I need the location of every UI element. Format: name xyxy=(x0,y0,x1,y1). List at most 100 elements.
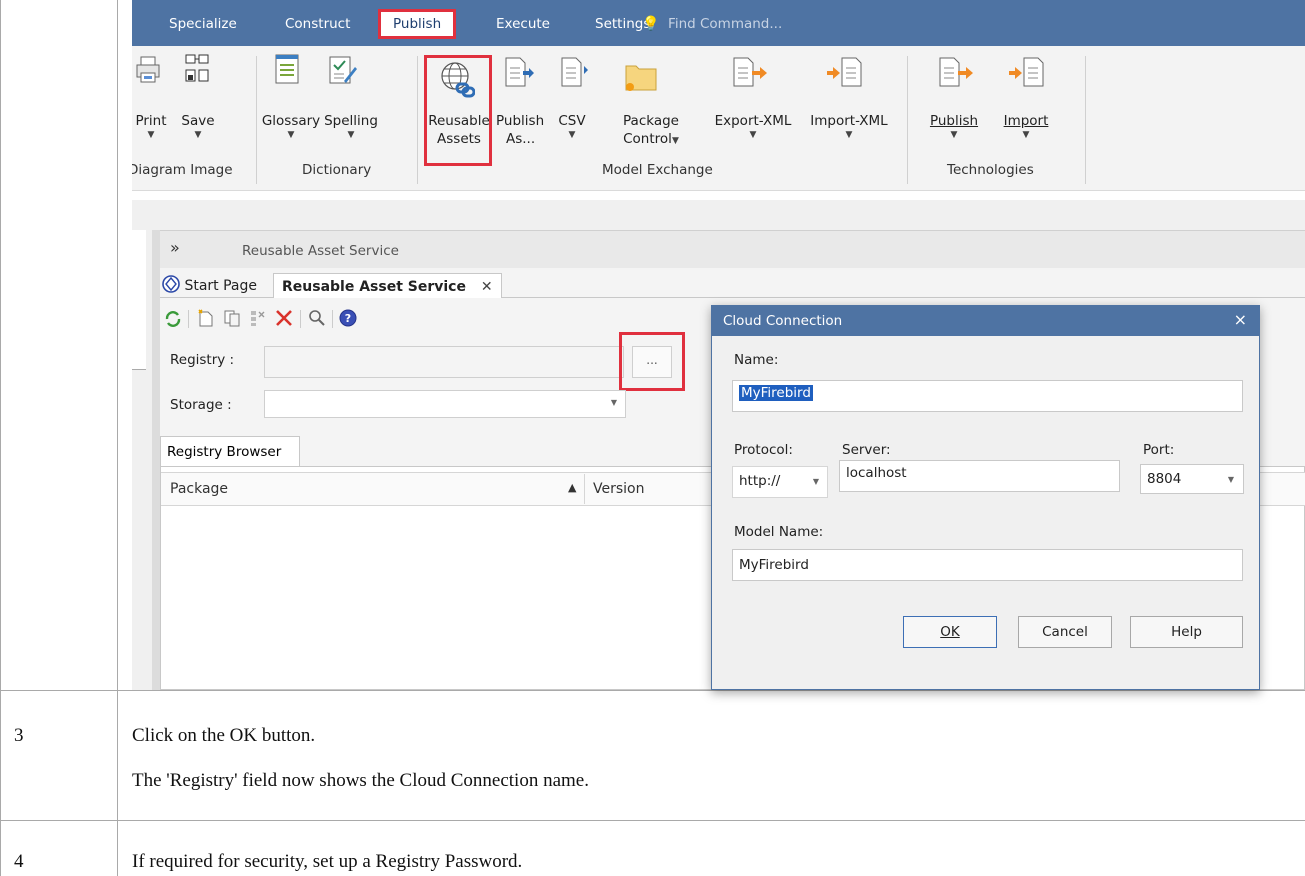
chevron-down-icon: ▼ xyxy=(845,130,853,140)
protocol-value: http:// xyxy=(739,473,781,489)
registry-browser-tab-label: Registry Browser xyxy=(167,444,282,460)
toolbar-separator xyxy=(188,310,189,328)
import-technology-button[interactable]: Import ▼ xyxy=(996,112,1056,140)
publish-as-icon xyxy=(505,57,534,87)
lightbulb-icon: 💡 xyxy=(642,16,660,32)
csv-label: CSV xyxy=(558,113,586,129)
publish-technology-button[interactable]: Publish ▼ xyxy=(926,112,982,140)
server-label: Server: xyxy=(842,442,891,458)
properties-icon[interactable] xyxy=(248,308,268,328)
import-xml-label: Import-XML xyxy=(810,113,888,129)
import-xml-button[interactable]: Import-XML ▼ xyxy=(804,112,894,140)
glossary-button[interactable]: Glossary ▼ xyxy=(259,112,323,140)
publish-as-label-2: As... xyxy=(506,131,536,147)
expand-dock-icon[interactable]: » xyxy=(170,238,180,257)
print-button[interactable]: Print ▼ xyxy=(132,112,174,140)
chevron-down-icon: ▼ xyxy=(749,130,757,140)
tab-reusable-asset-service-label: Reusable Asset Service xyxy=(282,279,466,295)
package-control-button[interactable]: Package Control▼ xyxy=(616,112,686,148)
import-technology-icon xyxy=(1009,57,1044,87)
model-name-field[interactable]: MyFirebird xyxy=(732,549,1243,581)
port-dropdown[interactable]: 8804 ▼ xyxy=(1140,464,1244,494)
export-xml-button[interactable]: Export-XML ▼ xyxy=(708,112,798,140)
help-button-label: Help xyxy=(1171,624,1202,640)
step-number: 3 xyxy=(14,725,24,746)
find-command-placeholder: Find Command... xyxy=(668,16,783,32)
svg-text:?: ? xyxy=(345,312,351,325)
refresh-icon[interactable] xyxy=(164,310,182,328)
close-tab-icon[interactable]: ✕ xyxy=(481,279,493,295)
publish-as-label-1: Publish xyxy=(496,113,545,129)
help-icon[interactable]: ? xyxy=(338,308,358,328)
port-value: 8804 xyxy=(1147,471,1182,487)
column-package-label: Package xyxy=(170,481,229,497)
storage-dropdown[interactable]: ▼ xyxy=(264,390,626,418)
tab-publish[interactable]: Publish xyxy=(378,9,457,39)
spelling-button[interactable]: Spelling ▼ xyxy=(320,112,382,140)
table-column-divider xyxy=(117,0,118,876)
registry-field[interactable] xyxy=(264,346,624,378)
delete-icon[interactable] xyxy=(274,308,294,328)
column-header-version[interactable]: Version xyxy=(593,481,644,497)
dock-splitter xyxy=(152,230,160,690)
tab-construct[interactable]: Construct xyxy=(285,12,350,36)
chevron-down-icon: ▼ xyxy=(147,130,155,140)
name-field-value: MyFirebird xyxy=(739,385,813,401)
export-xml-label: Export-XML xyxy=(714,113,792,129)
save-label: Save xyxy=(181,113,215,129)
cancel-button-label: Cancel xyxy=(1042,624,1088,640)
save-button[interactable]: Save ▼ xyxy=(176,112,220,140)
chevron-down-icon: ▼ xyxy=(671,136,679,146)
step-note: The 'Registry' field now shows the Cloud… xyxy=(132,770,589,791)
tab-start-page[interactable]: Start Page xyxy=(162,273,257,299)
registry-browser-tab[interactable]: Registry Browser xyxy=(160,436,300,466)
chevron-down-icon: ▼ xyxy=(1022,130,1030,140)
tab-reusable-asset-service[interactable]: Reusable Asset Service ✕ xyxy=(273,273,502,299)
chevron-down-icon: ▼ xyxy=(568,130,576,140)
cancel-button[interactable]: Cancel xyxy=(1018,616,1112,648)
group-separator xyxy=(907,56,908,184)
highlight-browse-button xyxy=(619,332,685,391)
search-icon[interactable] xyxy=(308,309,326,327)
group-separator xyxy=(256,56,257,184)
csv-button[interactable]: CSV ▼ xyxy=(552,112,592,140)
dock-left-gutter xyxy=(132,230,146,370)
column-header-package[interactable]: Package xyxy=(170,481,228,497)
chevron-down-icon: ▼ xyxy=(347,130,355,140)
start-page-icon xyxy=(162,275,180,293)
tab-specialize[interactable]: Specialize xyxy=(169,12,237,36)
copy-icon[interactable] xyxy=(222,308,242,328)
cloud-connection-dialog: Cloud Connection × Name: MyFirebird Prot… xyxy=(711,305,1260,690)
save-diagram-icon xyxy=(185,54,209,82)
group-label-technologies: Technologies xyxy=(947,162,1034,178)
dialog-title-bar: Cloud Connection xyxy=(712,306,1259,336)
help-button[interactable]: Help xyxy=(1130,616,1243,648)
ok-button[interactable]: OK xyxy=(903,616,997,648)
group-label-model-exchange: Model Exchange xyxy=(602,162,713,178)
find-command-box[interactable]: 💡 Find Command... xyxy=(642,12,782,36)
spelling-check-icon xyxy=(329,56,357,84)
package-control-label-1: Package xyxy=(623,113,679,129)
protocol-label: Protocol: xyxy=(734,442,793,458)
step-instruction: If required for security, set up a Regis… xyxy=(132,851,523,872)
dock-title: Reusable Asset Service xyxy=(242,243,399,259)
server-field[interactable]: localhost xyxy=(839,460,1120,492)
toolbar-separator xyxy=(332,310,333,328)
dialog-close-icon[interactable]: × xyxy=(1234,306,1247,334)
package-control-label-2: Control xyxy=(623,131,672,147)
chevron-down-icon: ▼ xyxy=(1227,475,1234,484)
publish-as-button[interactable]: Publish As... xyxy=(496,112,548,148)
chevron-down-icon: ▼ xyxy=(287,130,295,140)
name-field[interactable]: MyFirebird xyxy=(732,380,1243,412)
sort-ascending-icon: ▲ xyxy=(568,481,577,494)
import-technology-label: Import xyxy=(1003,113,1049,129)
column-divider xyxy=(584,474,585,504)
tab-start-page-label: Start Page xyxy=(184,278,257,294)
publish-technology-icon xyxy=(939,57,973,87)
csv-icon xyxy=(561,57,588,87)
name-label: Name: xyxy=(734,352,779,368)
publish-technology-label: Publish xyxy=(929,113,979,129)
tab-execute[interactable]: Execute xyxy=(496,12,550,36)
protocol-dropdown[interactable]: http:// ▼ xyxy=(732,466,828,498)
new-item-icon[interactable] xyxy=(196,308,216,328)
